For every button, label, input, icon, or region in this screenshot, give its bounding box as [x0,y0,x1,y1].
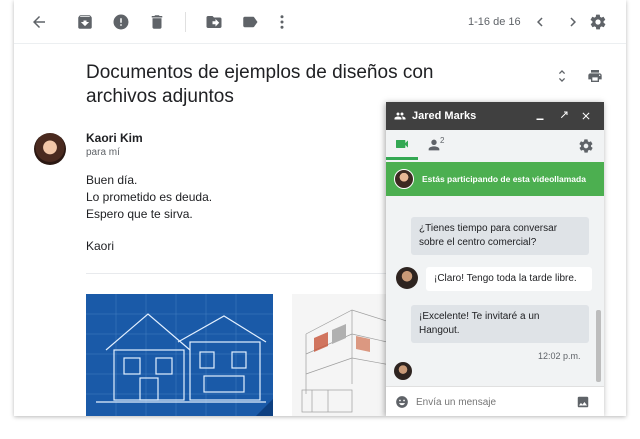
video-call-banner[interactable]: Estás participando de esta videollamada [386,162,604,196]
minimize-icon[interactable] [532,108,548,124]
participant-count-badge: 2 [440,136,445,145]
next-icon[interactable] [562,11,584,33]
chat-settings-icon[interactable] [578,138,594,154]
attachments-divider [86,273,406,274]
chat-scrollbar[interactable] [596,310,601,382]
body-line: Lo prometido es deuda. [86,190,213,204]
label-icon[interactable] [239,11,261,33]
chat-tabs: 2 [386,130,604,160]
pager-count: 1-16 de 16 [468,16,521,28]
chat-input-bar [386,386,604,416]
delete-icon[interactable] [146,11,168,33]
report-spam-icon[interactable] [110,11,132,33]
chat-message: ¡Claro! Tengo toda la tarde libre. [426,267,592,291]
people-icon [392,108,408,124]
expand-icon[interactable] [552,66,572,86]
emoji-icon[interactable] [395,395,409,409]
chat-message: ¡Excelente! Te invitaré a un Hangout. [411,305,589,343]
archive-icon[interactable] [74,11,96,33]
prev-icon[interactable] [529,11,551,33]
video-camera-icon [396,139,408,148]
sender-name[interactable]: Kaori Kim [86,131,143,145]
popout-icon[interactable] [555,108,571,124]
email-window: 1-16 de 16 Documentos de ejemplos de dis… [14,0,626,416]
move-to-icon[interactable] [203,11,225,33]
body-line: Buen día. [86,173,138,187]
toolbar: 1-16 de 16 [14,0,626,44]
more-icon[interactable] [271,11,293,33]
chat-header[interactable]: Jared Marks [386,102,604,130]
signature: Kaori [86,239,115,253]
toolbar-divider [185,12,186,32]
body-line: Espero que te sirva. [86,207,193,221]
print-icon[interactable] [585,66,605,86]
chat-message: ¿Tienes tiempo para conversar sobre el c… [411,217,589,255]
hangouts-chat-window: Jared Marks 2 Estás participando de esta… [386,102,604,416]
chat-contact-name: Jared Marks [412,110,477,122]
caller-avatar [394,169,414,189]
video-call-status: Estás participando de esta videollamada [422,174,586,184]
settings-icon[interactable] [587,11,609,33]
image-icon[interactable] [576,395,590,409]
tab-video-call[interactable] [386,130,418,160]
attachment-blueprint-thumbnail[interactable] [86,294,273,416]
close-icon[interactable] [578,108,594,124]
recipient-label: para mí [86,147,120,158]
contact-avatar [396,267,418,289]
chat-message-input[interactable] [416,394,566,410]
back-icon[interactable] [28,11,50,33]
attachment-building-sketch-thumbnail[interactable] [292,294,400,416]
message-timestamp: 12:02 p.m. [538,351,581,361]
read-receipt-avatar [394,362,412,380]
sender-avatar[interactable] [34,133,66,165]
